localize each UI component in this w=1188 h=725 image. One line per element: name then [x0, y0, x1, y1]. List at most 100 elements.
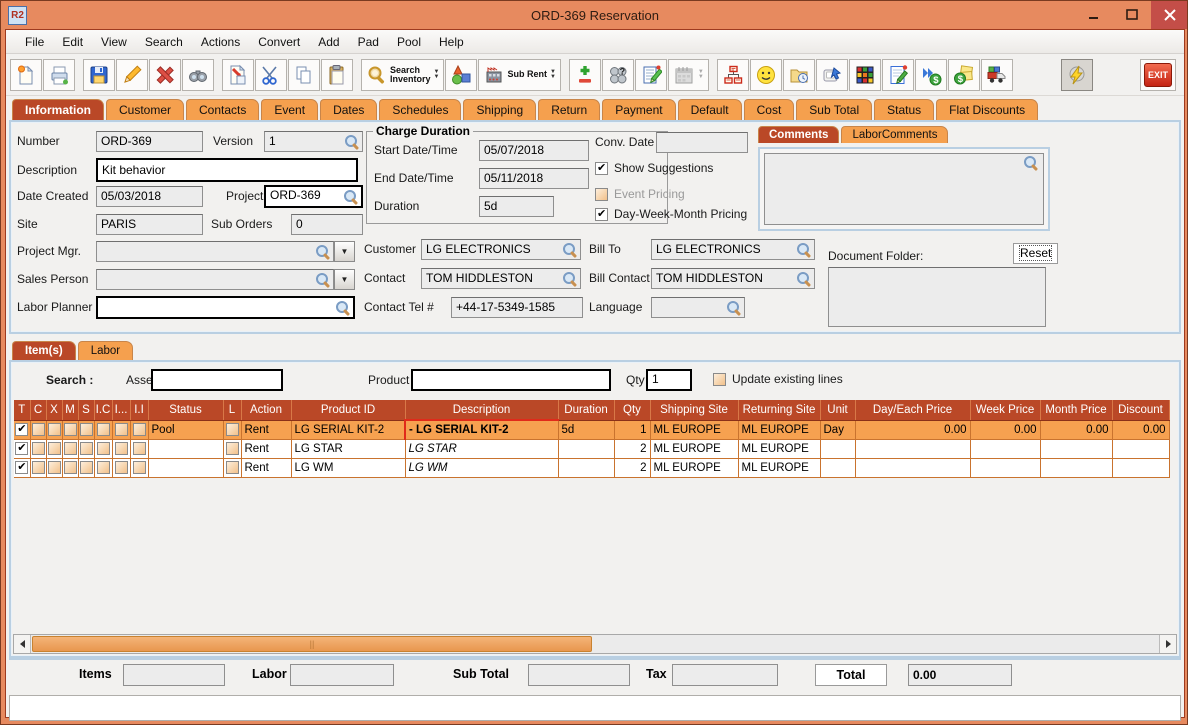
tab-labor[interactable]: Labor: [77, 341, 134, 360]
update-existing-lines-option[interactable]: Update existing lines: [713, 372, 843, 387]
row1-shipping-site[interactable]: ML EUROPE: [650, 420, 739, 440]
row2-shipping-site[interactable]: ML EUROPE: [650, 439, 739, 459]
row1-day-price[interactable]: 0.00: [855, 420, 971, 440]
tab-flat-discounts[interactable]: Flat Discounts: [936, 99, 1039, 120]
row1-ii-checkbox[interactable]: [132, 423, 146, 436]
row3-status[interactable]: [148, 458, 224, 478]
col-action[interactable]: Action: [241, 400, 292, 421]
col-shipping-site[interactable]: Shipping Site: [650, 400, 739, 421]
edit-button[interactable]: [116, 58, 148, 91]
col-description[interactable]: Description: [405, 400, 559, 421]
row1-week-price[interactable]: 0.00: [970, 420, 1041, 440]
reset-button[interactable]: Reset: [1013, 243, 1059, 264]
people-query-button[interactable]: ?: [601, 58, 634, 91]
bill-to-search-icon[interactable]: [797, 242, 811, 257]
row3-discount[interactable]: [1112, 458, 1170, 478]
menu-pool[interactable]: Pool: [388, 32, 430, 52]
table-row-3[interactable]: Rent LG WM LG WM 2 ML EUROPE ML EUROPE: [14, 458, 1170, 478]
row2-product-id[interactable]: LG STAR: [291, 439, 406, 459]
row3-c-checkbox[interactable]: [31, 461, 45, 474]
tab-return[interactable]: Return: [538, 99, 601, 120]
row3-ic-checkbox[interactable]: [96, 461, 110, 474]
row3-x-checkbox[interactable]: [47, 461, 61, 474]
row2-ic-checkbox[interactable]: [96, 442, 110, 455]
row2-week-price[interactable]: [970, 439, 1041, 459]
menu-actions[interactable]: Actions: [192, 32, 249, 52]
sales-person-search-icon[interactable]: [316, 272, 330, 287]
row3-idots-checkbox[interactable]: [114, 461, 128, 474]
labor-planner-search-icon[interactable]: [336, 300, 350, 315]
row3-description[interactable]: LG WM: [405, 458, 559, 478]
row3-shipping-site[interactable]: ML EUROPE: [650, 458, 739, 478]
tab-event[interactable]: Event: [261, 99, 319, 120]
add-remove-lines-button[interactable]: [568, 58, 601, 91]
comments-search-icon[interactable]: [1024, 156, 1038, 170]
row1-status[interactable]: Pool: [148, 420, 224, 440]
find-button[interactable]: [182, 58, 214, 91]
menu-view[interactable]: View: [92, 32, 136, 52]
row3-t-checkbox[interactable]: [15, 460, 29, 474]
scroll-right-icon[interactable]: [1159, 635, 1176, 653]
row2-l-checkbox[interactable]: [225, 442, 239, 455]
tab-status[interactable]: Status: [874, 99, 935, 120]
language-search-icon[interactable]: [727, 300, 741, 315]
description-field[interactable]: Kit behavior: [96, 158, 358, 182]
row3-product-id[interactable]: LG WM: [291, 458, 406, 478]
col-unit[interactable]: Unit: [820, 400, 856, 421]
row2-month-price[interactable]: [1040, 439, 1113, 459]
customer-field[interactable]: LG ELECTRONICS: [421, 239, 581, 260]
version-search-icon[interactable]: [345, 134, 359, 149]
row2-action[interactable]: Rent: [241, 439, 292, 459]
project-mgr-search-icon[interactable]: [316, 244, 330, 259]
menu-edit[interactable]: Edit: [53, 32, 92, 52]
sub-rent-button[interactable]: Sub Rent ▼ ▼: [478, 58, 561, 91]
col-status[interactable]: Status: [148, 400, 224, 421]
cut-button[interactable]: [255, 58, 287, 91]
tab-information[interactable]: Information: [12, 99, 104, 120]
row2-discount[interactable]: [1112, 439, 1170, 459]
row2-duration[interactable]: [558, 439, 615, 459]
close-button[interactable]: [1151, 1, 1187, 29]
row1-ic-checkbox[interactable]: [96, 423, 110, 436]
menu-file[interactable]: File: [16, 32, 53, 52]
tab-comments[interactable]: Comments: [758, 126, 840, 143]
tab-shipping[interactable]: Shipping: [463, 99, 537, 120]
menu-help[interactable]: Help: [430, 32, 473, 52]
col-m[interactable]: M: [62, 400, 79, 421]
row1-idots-checkbox[interactable]: [114, 423, 128, 436]
edit-document-button[interactable]: [881, 58, 914, 91]
row2-s-checkbox[interactable]: [79, 442, 93, 455]
project-mgr-dropdown[interactable]: ▼: [334, 241, 355, 262]
save-button[interactable]: [83, 58, 115, 91]
row2-ii-checkbox[interactable]: [132, 442, 146, 455]
row2-description[interactable]: LG STAR: [405, 439, 559, 459]
paste-button[interactable]: [321, 58, 353, 91]
site-hierarchy-button[interactable]: [716, 58, 749, 91]
row1-action[interactable]: Rent: [241, 420, 292, 440]
row2-idots-checkbox[interactable]: [114, 442, 128, 455]
row1-product-id[interactable]: LG SERIAL KIT-2: [291, 420, 406, 440]
col-i-dots[interactable]: I...: [112, 400, 131, 421]
product-input[interactable]: [411, 369, 611, 391]
menu-pad[interactable]: Pad: [349, 32, 388, 52]
maximize-button[interactable]: [1113, 1, 1151, 29]
bill-contact-search-icon[interactable]: [797, 271, 811, 286]
row3-s-checkbox[interactable]: [79, 461, 93, 474]
col-week-price[interactable]: Week Price: [970, 400, 1041, 421]
table-row-2[interactable]: Rent LG STAR LG STAR 2 ML EUROPE ML EURO…: [14, 439, 1170, 459]
bill-to-field[interactable]: LG ELECTRONICS: [651, 239, 815, 260]
menu-convert[interactable]: Convert: [249, 32, 309, 52]
col-ic[interactable]: I.C: [94, 400, 113, 421]
row1-month-price[interactable]: 0.00: [1040, 420, 1113, 440]
row3-week-price[interactable]: [970, 458, 1041, 478]
scrollbar-thumb[interactable]: ||: [32, 636, 592, 652]
row3-returning-site[interactable]: ML EUROPE: [738, 458, 821, 478]
folder-time-button[interactable]: [782, 58, 815, 91]
row3-m-checkbox[interactable]: [63, 461, 77, 474]
row2-status[interactable]: [148, 439, 224, 459]
qty-input[interactable]: 1: [646, 369, 692, 391]
scroll-left-icon[interactable]: [14, 635, 31, 653]
search-inventory-dropdown-icon[interactable]: ▼ ▼: [434, 69, 440, 80]
tab-labor-comments[interactable]: LaborComments: [841, 126, 949, 143]
row3-day-price[interactable]: [855, 458, 971, 478]
